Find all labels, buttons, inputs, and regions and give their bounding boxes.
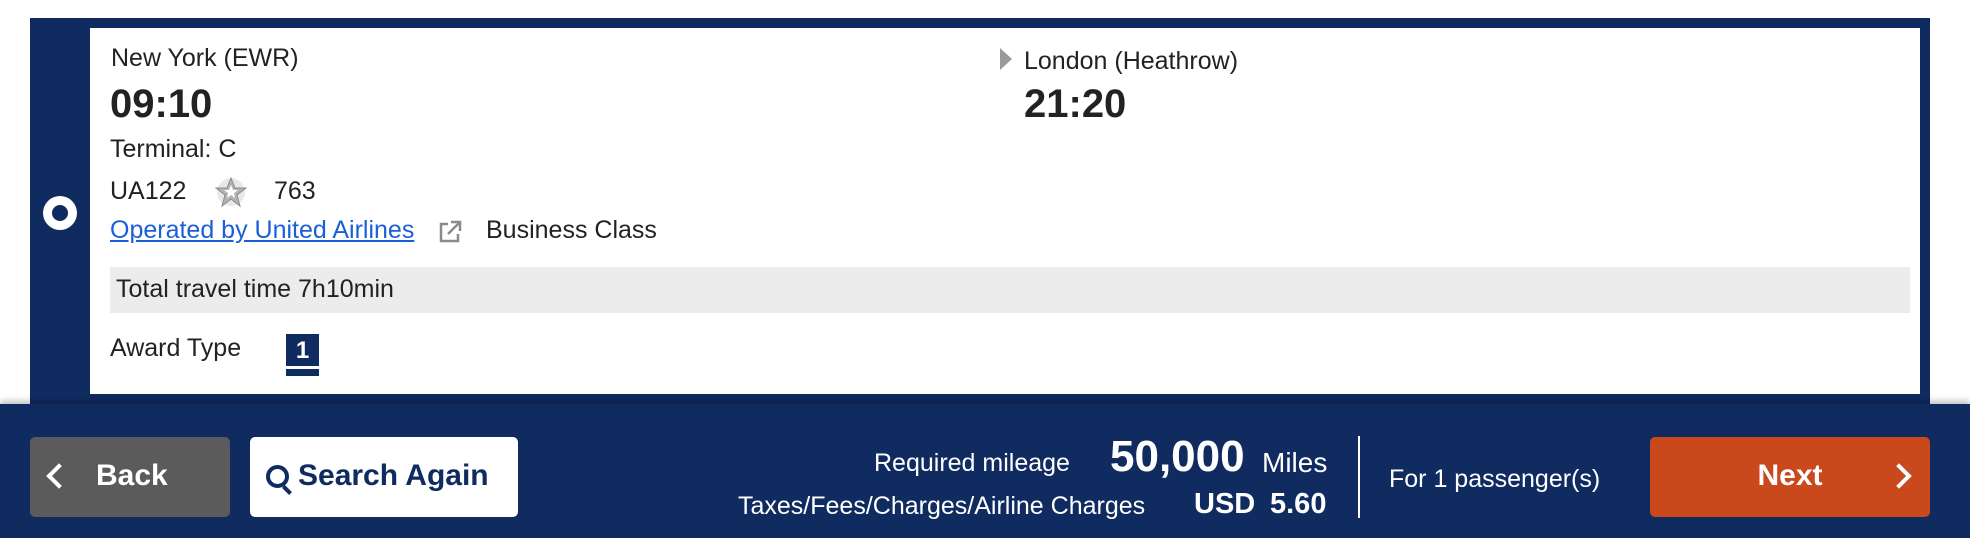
taxes-label: Taxes/Fees/Charges/Airline Charges bbox=[738, 492, 1146, 520]
taxes-currency: USD bbox=[1194, 488, 1256, 520]
required-mileage-label: Required mileage bbox=[874, 449, 1070, 477]
back-button[interactable]: Back bbox=[30, 437, 230, 517]
departure-time: 09:10 bbox=[110, 82, 213, 126]
back-button-label: Back bbox=[96, 459, 168, 492]
arrow-right-icon bbox=[1000, 48, 1012, 70]
flight-card bbox=[90, 28, 1920, 394]
arrival-time: 21:20 bbox=[1024, 82, 1127, 126]
external-link-icon[interactable] bbox=[437, 219, 463, 245]
mileage-value: 50,000 bbox=[1110, 432, 1245, 481]
cabin-class: Business Class bbox=[486, 216, 657, 244]
aircraft-type: 763 bbox=[274, 177, 316, 205]
operated-by-link[interactable]: Operated by United Airlines bbox=[110, 216, 414, 245]
flight-number: UA122 bbox=[110, 177, 187, 205]
passenger-count: For 1 passenger(s) bbox=[1389, 465, 1601, 493]
award-type-badge: 1 bbox=[286, 334, 319, 376]
footer-divider bbox=[1358, 436, 1360, 518]
star-alliance-icon bbox=[215, 176, 247, 208]
search-again-button[interactable]: Search Again bbox=[250, 437, 518, 517]
terminal-label: Terminal: C bbox=[110, 135, 237, 163]
search-icon bbox=[266, 465, 289, 488]
award-type-label: Award Type bbox=[110, 334, 242, 362]
origin-city: New York (EWR) bbox=[111, 44, 299, 72]
search-again-label: Search Again bbox=[298, 459, 489, 492]
destination-city: London (Heathrow) bbox=[1024, 47, 1239, 75]
chevron-left-icon bbox=[46, 463, 72, 489]
radio-button-icon[interactable] bbox=[43, 196, 77, 230]
mileage-unit: Miles bbox=[1262, 447, 1328, 478]
taxes-value: 5.60 bbox=[1270, 488, 1327, 520]
next-button[interactable]: Next bbox=[1650, 437, 1930, 517]
total-travel-time: Total travel time 7h10min bbox=[116, 275, 394, 303]
